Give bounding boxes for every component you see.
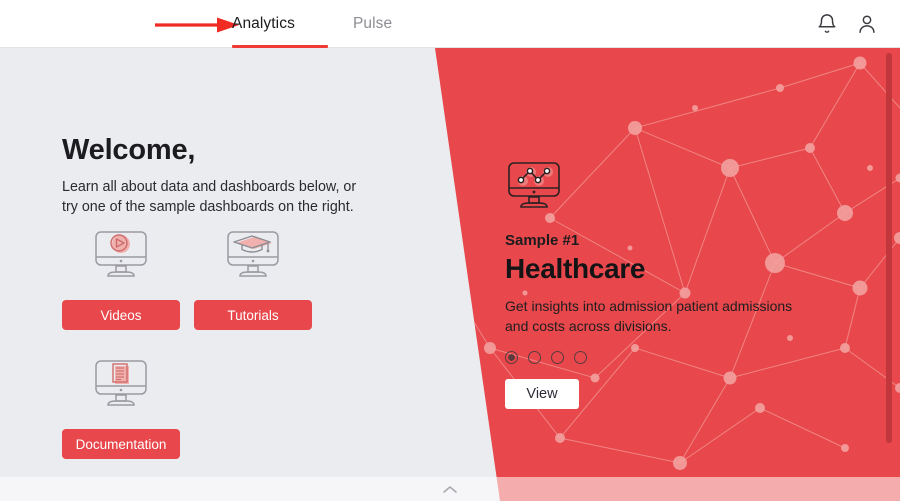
welcome-line-2: try one of the sample dashboards on the …	[62, 199, 354, 216]
sample-title: Healthcare	[505, 253, 646, 284]
sample-eyebrow: Sample #1	[505, 232, 580, 249]
carousel-dot-3[interactable]	[551, 351, 564, 365]
view-button[interactable]: View	[505, 379, 579, 410]
carousel-dot-2[interactable]	[528, 351, 541, 365]
dashboard-stage: Welcome, Learn all about data and dashbo…	[0, 48, 900, 501]
welcome-description: Learn all about data and dashboards belo…	[62, 177, 356, 218]
resource-cards: Videos Tutorials Documentation	[62, 226, 312, 459]
sample-desc-line-2: and costs across divisions.	[505, 318, 672, 335]
sample-dashboard-card: Sample #1 Healthcare Get insights into a…	[505, 161, 835, 410]
collapse-panel-bar[interactable]	[0, 477, 900, 501]
vertical-scrollbar-thumb[interactable]	[886, 53, 892, 443]
resource-card-row-1: Videos Tutorials	[62, 226, 312, 330]
tab-pulse[interactable]: Pulse	[353, 0, 392, 48]
resource-card-documentation: Documentation	[62, 355, 180, 459]
monitor-play-icon	[62, 226, 180, 286]
videos-button[interactable]: Videos	[62, 300, 180, 330]
carousel-dot-4[interactable]	[574, 351, 587, 365]
bell-icon[interactable]	[816, 13, 838, 35]
top-bar-actions	[816, 0, 878, 48]
chevron-up-icon	[443, 485, 457, 493]
welcome-line-1: Learn all about data and dashboards belo…	[62, 179, 357, 195]
page-title: Welcome,	[62, 134, 196, 166]
resource-card-tutorials: Tutorials	[194, 226, 312, 330]
resource-card-row-2: Documentation	[62, 355, 312, 459]
documentation-button[interactable]: Documentation	[62, 429, 180, 459]
resource-card-videos: Videos	[62, 226, 180, 330]
monitor-scatter-chart-icon	[505, 161, 835, 218]
tutorials-button[interactable]: Tutorials	[194, 300, 312, 330]
user-avatar-icon[interactable]	[856, 13, 878, 35]
carousel-dot-1[interactable]	[505, 351, 518, 365]
tab-analytics[interactable]: Analytics	[232, 0, 295, 48]
monitor-graduation-cap-icon	[194, 226, 312, 286]
carousel-dots	[505, 351, 835, 365]
sample-desc-line-1: Get insights into admission patient admi…	[505, 298, 793, 314]
welcome-block: Welcome, Learn all about data and dashbo…	[62, 134, 356, 218]
top-navigation-bar: Analytics Pulse	[0, 0, 900, 48]
app-root: Analytics Pulse Welcome, Learn all about…	[0, 0, 900, 501]
nav-tabs: Analytics Pulse	[232, 0, 392, 48]
red-arrow-annotation	[155, 17, 239, 33]
sample-description: Get insights into admission patient admi…	[505, 296, 810, 336]
monitor-document-icon	[62, 355, 180, 415]
